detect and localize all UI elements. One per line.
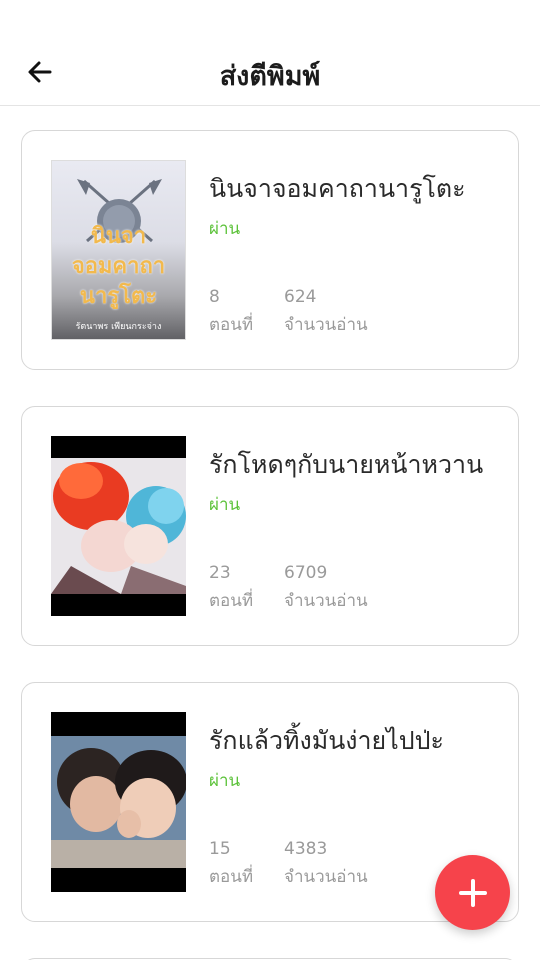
book-cover <box>51 436 186 616</box>
reads-label: จำนวนอ่าน <box>284 315 368 335</box>
reads-count: 4383 <box>284 839 328 859</box>
book-info: รักโหดๆกับนายหน้าหวาน ผ่าน 23 ตอนที่ 670… <box>209 407 508 645</box>
add-button[interactable] <box>435 855 510 930</box>
status-label: ผ่าน <box>209 771 241 791</box>
page-title: ส่งตีพิมพ์ <box>219 61 321 92</box>
app-header: ส่งตีพิมพ์ <box>0 0 540 106</box>
episode-label: ตอนที่ <box>209 315 254 335</box>
episode-count: 23 <box>209 563 231 583</box>
reads-count: 6709 <box>284 563 328 583</box>
episode-stat: 15 ตอนที่ <box>209 839 253 890</box>
book-cover: นินจา จอมคาถา นารูโตะ รัตนาพร เพียนกระจ่… <box>51 160 186 340</box>
reads-stat: 4383 จำนวนอ่าน <box>284 839 368 890</box>
book-title: นินจาจอมคาถานารูโตะ <box>209 174 466 203</box>
book-card[interactable]: รักโหดๆกับนายหน้าหวาน ผ่าน 23 ตอนที่ 670… <box>21 406 519 646</box>
reads-stat: 624 จำนวนอ่าน <box>284 287 368 338</box>
reads-count: 624 <box>284 287 317 307</box>
episode-label: ตอนที่ <box>209 591 254 611</box>
status-label: ผ่าน <box>209 495 241 515</box>
book-title: รักโหดๆกับนายหน้าหวาน <box>209 450 484 479</box>
reads-label: จำนวนอ่าน <box>284 867 368 887</box>
book-info: นินจาจอมคาถานารูโตะ ผ่าน 8 ตอนที่ 624 จำ… <box>209 131 508 369</box>
status-label: ผ่าน <box>209 219 241 239</box>
episode-count: 8 <box>209 287 220 307</box>
episode-stat: 8 ตอนที่ <box>209 287 253 338</box>
reads-stat: 6709 จำนวนอ่าน <box>284 563 368 614</box>
cover-title: นินจา จอมคาถา นารูโตะ <box>71 223 166 309</box>
plus-icon <box>458 878 487 907</box>
episode-label: ตอนที่ <box>209 867 254 887</box>
book-card[interactable]: นินจา จอมคาถา นารูโตะ รัตนาพร เพียนกระจ่… <box>21 130 519 370</box>
episode-count: 15 <box>209 839 231 859</box>
episode-stat: 23 ตอนที่ <box>209 563 253 614</box>
cover-author: รัตนาพร เพียนกระจ่าง <box>75 322 162 332</box>
reads-label: จำนวนอ่าน <box>284 591 368 611</box>
book-cover <box>51 712 186 892</box>
book-title: รักแล้วทิ้งมันง่ายไปป่ะ <box>209 726 444 755</box>
